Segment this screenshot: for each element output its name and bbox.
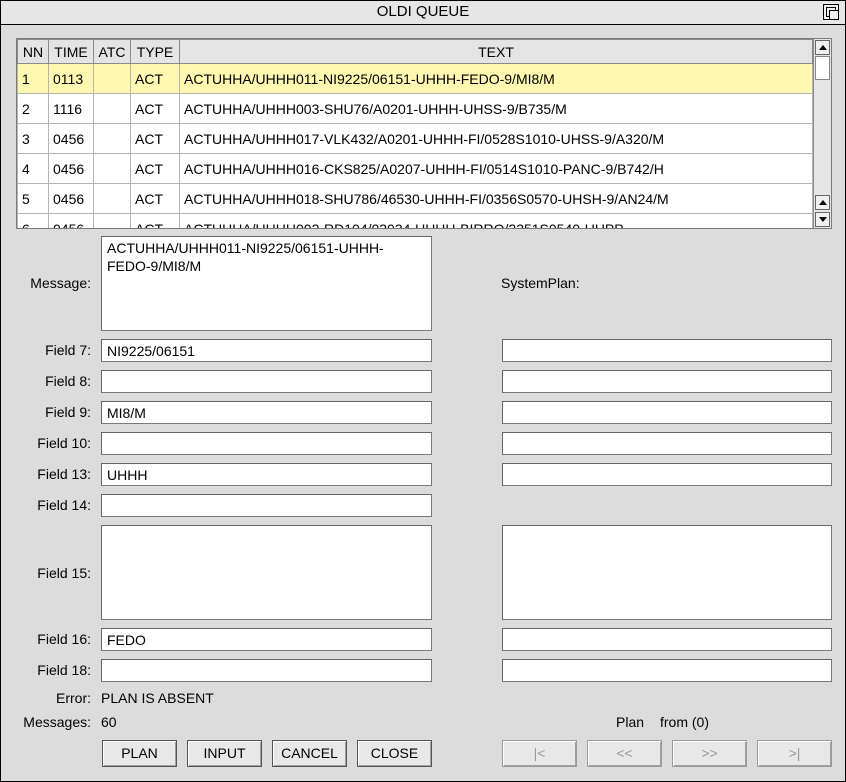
field14-label: Field 14: bbox=[37, 497, 91, 513]
table-header-row: NN TIME ATC TYPE TEXT bbox=[17, 39, 813, 64]
cell-type: ACT bbox=[130, 183, 180, 214]
field9-input[interactable]: MI8/M bbox=[101, 401, 432, 424]
cancel-button[interactable]: CANCEL bbox=[272, 740, 347, 767]
systemplan-field9-input[interactable] bbox=[502, 401, 832, 424]
field7-label: Field 7: bbox=[45, 342, 91, 358]
scroll-down-icon[interactable] bbox=[815, 212, 830, 227]
cell-atc bbox=[93, 63, 131, 94]
window-title: OLDI QUEUE bbox=[376, 3, 470, 20]
systemplan-field15-textarea[interactable] bbox=[502, 525, 832, 620]
field10-label: Field 10: bbox=[37, 435, 91, 451]
cell-nn: 1 bbox=[17, 63, 49, 94]
cell-time: 0456 bbox=[48, 153, 94, 184]
message-table: NN TIME ATC TYPE TEXT 1 0113 ACT ACTUHHA… bbox=[16, 38, 832, 229]
table-row[interactable]: 2 1116 ACT ACTUHHA/UHHH003-SHU76/A0201-U… bbox=[17, 93, 813, 124]
field8-input[interactable] bbox=[101, 370, 432, 393]
first-page-button[interactable]: |< bbox=[502, 740, 577, 767]
cell-time: 1116 bbox=[48, 93, 94, 124]
column-header-type[interactable]: TYPE bbox=[130, 39, 180, 64]
error-label: Error: bbox=[56, 690, 91, 706]
cell-atc bbox=[93, 153, 131, 184]
cell-text: ACTUHHA/UHHH018-SHU786/46530-UHHH-FI/035… bbox=[179, 183, 813, 214]
prev-page-button[interactable]: << bbox=[587, 740, 662, 767]
scroll-up-icon[interactable] bbox=[815, 40, 830, 55]
cell-text: ACTUHHA/UHHH002-RD104/03034-UHHH-BIRRO/2… bbox=[179, 213, 813, 228]
cell-text: ACTUHHA/UHHH003-SHU76/A0201-UHHH-UHSS-9/… bbox=[179, 93, 813, 124]
cell-atc bbox=[93, 93, 131, 124]
field8-label: Field 8: bbox=[45, 373, 91, 389]
cell-atc bbox=[93, 183, 131, 214]
table-row[interactable]: 5 0456 ACT ACTUHHA/UHHH018-SHU786/46530-… bbox=[17, 183, 813, 214]
table-row[interactable]: 4 0456 ACT ACTUHHA/UHHH016-CKS825/A0207-… bbox=[17, 153, 813, 184]
cell-time: 0456 bbox=[48, 213, 94, 228]
cell-time: 0113 bbox=[48, 63, 94, 94]
column-header-atc[interactable]: ATC bbox=[93, 39, 131, 64]
restore-window-icon[interactable] bbox=[823, 4, 839, 20]
field16-input[interactable]: FEDO bbox=[101, 628, 432, 651]
cell-type: ACT bbox=[130, 63, 180, 94]
message-label: Message: bbox=[30, 275, 91, 291]
close-button[interactable]: CLOSE bbox=[357, 740, 432, 767]
cell-time: 0456 bbox=[48, 123, 94, 154]
cell-text: ACTUHHA/UHHH017-VLK432/A0201-UHHH-FI/052… bbox=[179, 123, 813, 154]
table-row[interactable]: 1 0113 ACT ACTUHHA/UHHH011-NI9225/06151-… bbox=[17, 63, 813, 94]
field10-input[interactable] bbox=[101, 432, 432, 455]
message-grid: NN TIME ATC TYPE TEXT 1 0113 ACT ACTUHHA… bbox=[17, 39, 813, 228]
cell-atc bbox=[93, 123, 131, 154]
scroll-thumb[interactable] bbox=[815, 56, 830, 80]
input-button[interactable]: INPUT bbox=[187, 740, 262, 767]
field15-textarea[interactable] bbox=[101, 525, 432, 620]
systemplan-field13-input[interactable] bbox=[502, 463, 832, 486]
next-page-button[interactable]: >> bbox=[672, 740, 747, 767]
title-bar: OLDI QUEUE bbox=[1, 1, 845, 25]
scroll-up-icon[interactable] bbox=[815, 195, 830, 210]
field18-label: Field 18: bbox=[37, 662, 91, 678]
systemplan-field16-input[interactable] bbox=[502, 628, 832, 651]
field13-input[interactable]: UHHH bbox=[101, 463, 432, 486]
plan-button[interactable]: PLAN bbox=[102, 740, 177, 767]
field18-input[interactable] bbox=[101, 659, 432, 682]
cell-nn: 3 bbox=[17, 123, 49, 154]
cell-nn: 6 bbox=[17, 213, 49, 228]
messages-label: Messages: bbox=[23, 714, 91, 730]
field9-label: Field 9: bbox=[45, 404, 91, 420]
cell-type: ACT bbox=[130, 93, 180, 124]
cell-text: ACTUHHA/UHHH016-CKS825/A0207-UHHH-FI/051… bbox=[179, 153, 813, 184]
cell-time: 0456 bbox=[48, 183, 94, 214]
cell-text: ACTUHHA/UHHH011-NI9225/06151-UHHH-FEDO-9… bbox=[179, 63, 813, 94]
oldi-queue-window: OLDI QUEUE NN TIME ATC TYPE TEXT 1 0113 bbox=[0, 0, 846, 782]
error-value: PLAN IS ABSENT bbox=[101, 690, 214, 706]
table-row[interactable]: 3 0456 ACT ACTUHHA/UHHH017-VLK432/A0201-… bbox=[17, 123, 813, 154]
column-header-time[interactable]: TIME bbox=[48, 39, 94, 64]
table-scrollbar[interactable] bbox=[813, 39, 831, 228]
message-textarea[interactable]: ACTUHHA/UHHH011-NI9225/06151-UHHH- FEDO-… bbox=[101, 236, 432, 331]
cell-nn: 2 bbox=[17, 93, 49, 124]
systemplan-label: SystemPlan: bbox=[501, 275, 580, 291]
cell-type: ACT bbox=[130, 213, 180, 228]
column-header-nn[interactable]: NN bbox=[17, 39, 49, 64]
field7-input[interactable]: NI9225/06151 bbox=[101, 339, 432, 362]
cell-atc bbox=[93, 213, 131, 228]
systemplan-field7-input[interactable] bbox=[502, 339, 832, 362]
last-page-button[interactable]: >| bbox=[757, 740, 832, 767]
systemplan-field10-input[interactable] bbox=[502, 432, 832, 455]
plan-label: Plan bbox=[616, 714, 645, 730]
field15-label: Field 15: bbox=[37, 565, 91, 581]
cell-nn: 5 bbox=[17, 183, 49, 214]
field14-input[interactable] bbox=[101, 494, 432, 517]
cell-nn: 4 bbox=[17, 153, 49, 184]
cell-type: ACT bbox=[130, 123, 180, 154]
cell-type: ACT bbox=[130, 153, 180, 184]
field16-label: Field 16: bbox=[37, 631, 91, 647]
field13-label: Field 13: bbox=[37, 466, 91, 482]
messages-count: 60 bbox=[101, 714, 117, 730]
column-header-text[interactable]: TEXT bbox=[179, 39, 813, 64]
systemplan-field18-input[interactable] bbox=[502, 659, 832, 682]
plan-from-text: from (0) bbox=[660, 714, 709, 730]
table-row[interactable]: 6 0456 ACT ACTUHHA/UHHH002-RD104/03034-U… bbox=[17, 213, 813, 228]
systemplan-field8-input[interactable] bbox=[502, 370, 832, 393]
